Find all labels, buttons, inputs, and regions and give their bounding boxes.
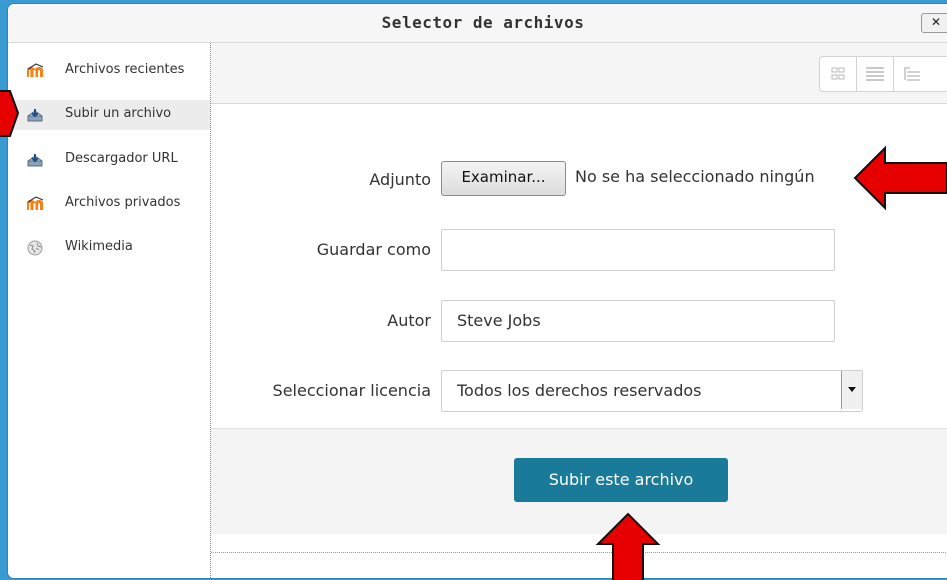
license-select[interactable]: Todos los derechos reservados (441, 370, 863, 412)
wikimedia-icon (27, 240, 43, 256)
sidebar-item-recent-files[interactable]: Archivos recientes (8, 56, 210, 86)
view-mode-switcher (819, 56, 947, 92)
sidebar-item-label: Archivos recientes (65, 62, 185, 77)
grid-view-button[interactable] (820, 57, 857, 91)
dropdown-arrow[interactable] (841, 371, 862, 409)
chevron-down-icon (848, 387, 856, 392)
download-url-icon (27, 154, 43, 167)
browse-button[interactable]: Examinar... (441, 161, 566, 196)
dialog-titlebar: Selector de archivos ✕ (8, 4, 947, 43)
sidebar-item-wikimedia[interactable]: Wikimedia (8, 233, 210, 263)
close-button[interactable]: ✕ (921, 13, 947, 33)
sidebar-item-private-files[interactable]: Archivos privados (8, 189, 210, 219)
author-label: Autor (387, 311, 431, 330)
sidebar-item-label: Subir un archivo (65, 106, 172, 121)
moodle-icon (27, 196, 44, 210)
file-picker-dialog: Selector de archivos ✕ Archivos reciente… (8, 4, 947, 578)
author-value: Steve Jobs (457, 311, 541, 330)
attachment-label: Adjunto (369, 170, 431, 189)
upload-submit-button[interactable]: Subir este archivo (514, 458, 728, 502)
tree-view-button[interactable] (894, 57, 930, 91)
tree-view-icon (904, 67, 920, 81)
divider (211, 552, 947, 553)
dialog-title: Selector de archivos (381, 13, 585, 32)
grid-view-icon (831, 67, 845, 80)
repository-sidebar: Archivos recientes Subir un archivo Desc… (8, 43, 211, 578)
form-footer: Subir este archivo (211, 428, 947, 534)
sidebar-item-label: Descargador URL (65, 151, 178, 166)
save-as-input[interactable] (441, 229, 835, 271)
view-toolbar (211, 43, 947, 104)
license-label: Seleccionar licencia (272, 381, 431, 400)
sidebar-item-url-downloader[interactable]: Descargador URL (8, 145, 210, 175)
list-view-icon (866, 67, 884, 81)
sidebar-item-label: Archivos privados (65, 195, 181, 210)
sidebar-item-label: Wikimedia (65, 239, 133, 254)
moodle-icon (27, 63, 44, 77)
license-value: Todos los derechos reservados (457, 381, 702, 400)
sidebar-item-upload-file[interactable]: Subir un archivo (8, 100, 210, 130)
author-input[interactable]: Steve Jobs (441, 300, 835, 342)
list-view-button[interactable] (857, 57, 894, 91)
upload-form: Adjunto Examinar... No se ha seleccionad… (211, 104, 947, 428)
save-as-label: Guardar como (316, 240, 431, 259)
no-file-selected-text: No se ha seleccionado ningún (575, 167, 815, 186)
upload-icon (27, 109, 43, 122)
